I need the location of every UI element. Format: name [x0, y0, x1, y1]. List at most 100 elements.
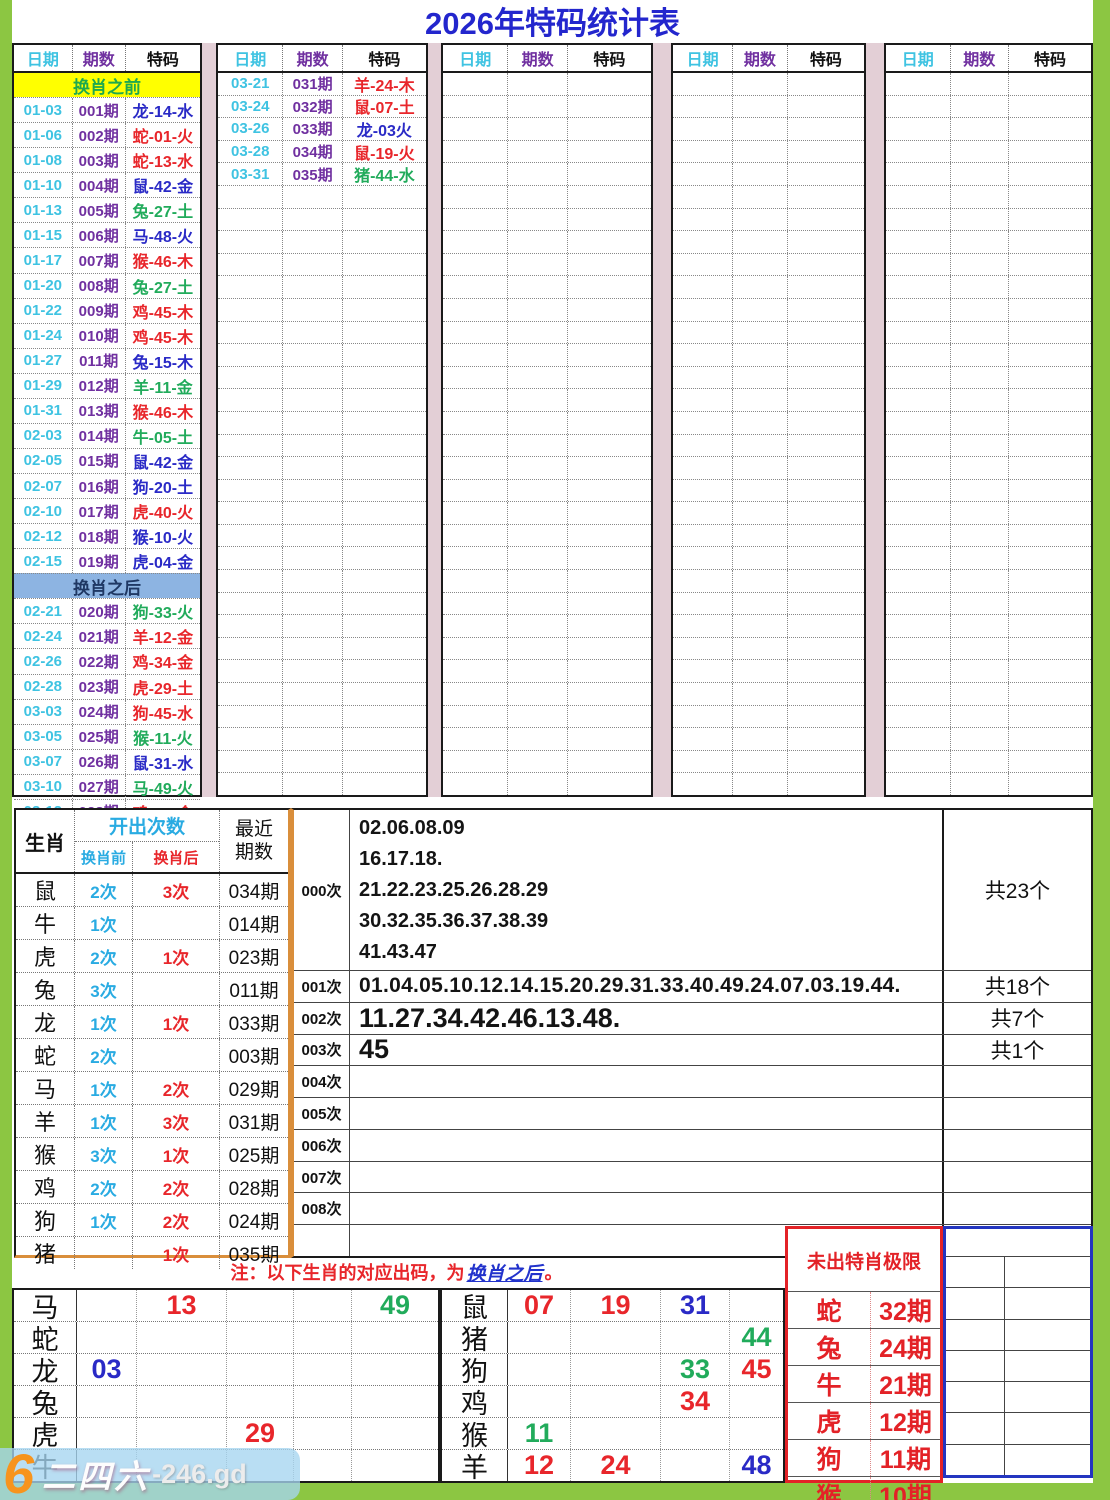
- empty-grid-cell: [946, 1351, 1005, 1381]
- mapping-number-cell: [294, 1322, 352, 1353]
- mapping-row: 鼠071931: [442, 1290, 783, 1321]
- code-cell: [788, 615, 864, 637]
- result-row: [443, 659, 651, 682]
- result-row: [443, 388, 651, 411]
- period-cell: [508, 299, 567, 321]
- code-cell: [788, 322, 864, 344]
- stats-recent-cell: 028期: [220, 1171, 288, 1203]
- watermark: 6 二四六 -246.gd: [0, 1448, 300, 1500]
- stats-row: 羊1次3次031期: [16, 1104, 288, 1137]
- mapping-number-cell: [571, 1418, 661, 1449]
- period-cell: 018期: [73, 524, 126, 548]
- period-cell: [951, 344, 1009, 366]
- limit-box-title: 未出特肖极限: [788, 1229, 940, 1292]
- result-row: [673, 366, 864, 389]
- date-cell: [673, 480, 733, 502]
- result-row: 02-24021期羊-12-金: [14, 623, 200, 648]
- date-cell: [218, 660, 283, 682]
- code-cell: [1009, 457, 1091, 479]
- date-cell: 01-08: [14, 148, 73, 172]
- empty-grid-row: [946, 1350, 1090, 1381]
- period-cell: [508, 322, 567, 344]
- period-cell: [951, 728, 1009, 750]
- date-cell: 01-31: [14, 399, 73, 423]
- result-row: [443, 456, 651, 479]
- period-cell: [951, 367, 1009, 389]
- code-cell: 鸡-45-木: [126, 324, 200, 348]
- code-cell: [788, 435, 864, 457]
- result-row: [443, 614, 651, 637]
- date-cell: 02-05: [14, 449, 73, 473]
- counts-numbers: 45: [350, 1035, 944, 1066]
- code-cell: [788, 254, 864, 276]
- result-row: [673, 434, 864, 457]
- result-row: [218, 230, 426, 253]
- counts-total: [944, 1098, 1091, 1129]
- period-cell: [283, 209, 342, 231]
- counts-label: 004次: [294, 1066, 350, 1097]
- date-cell: [886, 457, 951, 479]
- counts-numbers: [350, 1130, 944, 1161]
- result-row: [443, 140, 651, 163]
- code-cell: [788, 163, 864, 185]
- result-row: [886, 298, 1091, 321]
- period-cell: 010期: [73, 324, 126, 348]
- code-cell: [343, 209, 426, 231]
- counts-label: 006次: [294, 1130, 350, 1161]
- date-cell: [673, 457, 733, 479]
- note-suffix: 。: [545, 1259, 563, 1285]
- column-header-date: 日期: [886, 45, 951, 71]
- code-cell: [568, 141, 651, 163]
- period-cell: 009期: [73, 299, 126, 323]
- date-cell: [673, 299, 733, 321]
- code-cell: [1009, 344, 1091, 366]
- date-cell: [886, 96, 951, 118]
- counts-total: [944, 1162, 1091, 1193]
- date-cell: [886, 683, 951, 705]
- counts-row: 005次: [294, 1097, 1091, 1129]
- results-body: 03-21031期羊-24-木03-24032期鼠-07-土03-26033期龙…: [218, 73, 426, 795]
- period-cell: 013期: [73, 399, 126, 423]
- result-row: 03-03024期狗-45-水: [14, 699, 200, 724]
- period-cell: [283, 435, 342, 457]
- date-cell: [443, 412, 508, 434]
- date-cell: [218, 638, 283, 660]
- date-cell: [218, 254, 283, 276]
- result-row: 01-29012期羊-11-金: [14, 373, 200, 398]
- code-cell: [1009, 231, 1091, 253]
- empty-grid-cell: [1005, 1257, 1090, 1287]
- period-cell: [951, 638, 1009, 660]
- period-cell: [951, 276, 1009, 298]
- stats-row: 狗1次2次024期: [16, 1203, 288, 1236]
- period-cell: [508, 570, 567, 592]
- results-group: 日期期数特码: [441, 43, 653, 797]
- stats-zodiac-cell: 龙: [16, 1006, 75, 1038]
- stats-after-cell: 2次: [133, 1171, 220, 1203]
- empty-grid-box: [943, 1226, 1093, 1478]
- date-cell: [218, 593, 283, 615]
- result-row: [218, 750, 426, 773]
- period-cell: [508, 480, 567, 502]
- period-cell: [508, 525, 567, 547]
- result-row: [443, 682, 651, 705]
- result-row: [886, 230, 1091, 253]
- mapping-number-cell: 34: [661, 1386, 730, 1417]
- date-cell: 01-10: [14, 173, 73, 197]
- period-cell: 012期: [73, 374, 126, 398]
- stats-before-cell: 2次: [75, 874, 133, 906]
- result-row: 02-12018期猴-10-火: [14, 523, 200, 548]
- code-cell: 鼠-31-水: [126, 750, 200, 774]
- code-cell: [788, 728, 864, 750]
- date-cell: [886, 231, 951, 253]
- empty-grid-rows: [946, 1257, 1090, 1475]
- period-cell: [951, 435, 1009, 457]
- result-row: [218, 569, 426, 592]
- mapping-number-cell: 11: [508, 1418, 571, 1449]
- counts-total: 共18个: [944, 971, 1091, 1002]
- result-row: 03-31035期猪-44-水: [218, 162, 426, 185]
- period-cell: [733, 412, 787, 434]
- date-cell: [673, 773, 733, 795]
- result-row: [218, 343, 426, 366]
- date-cell: [673, 570, 733, 592]
- counts-numbers: [350, 1098, 944, 1129]
